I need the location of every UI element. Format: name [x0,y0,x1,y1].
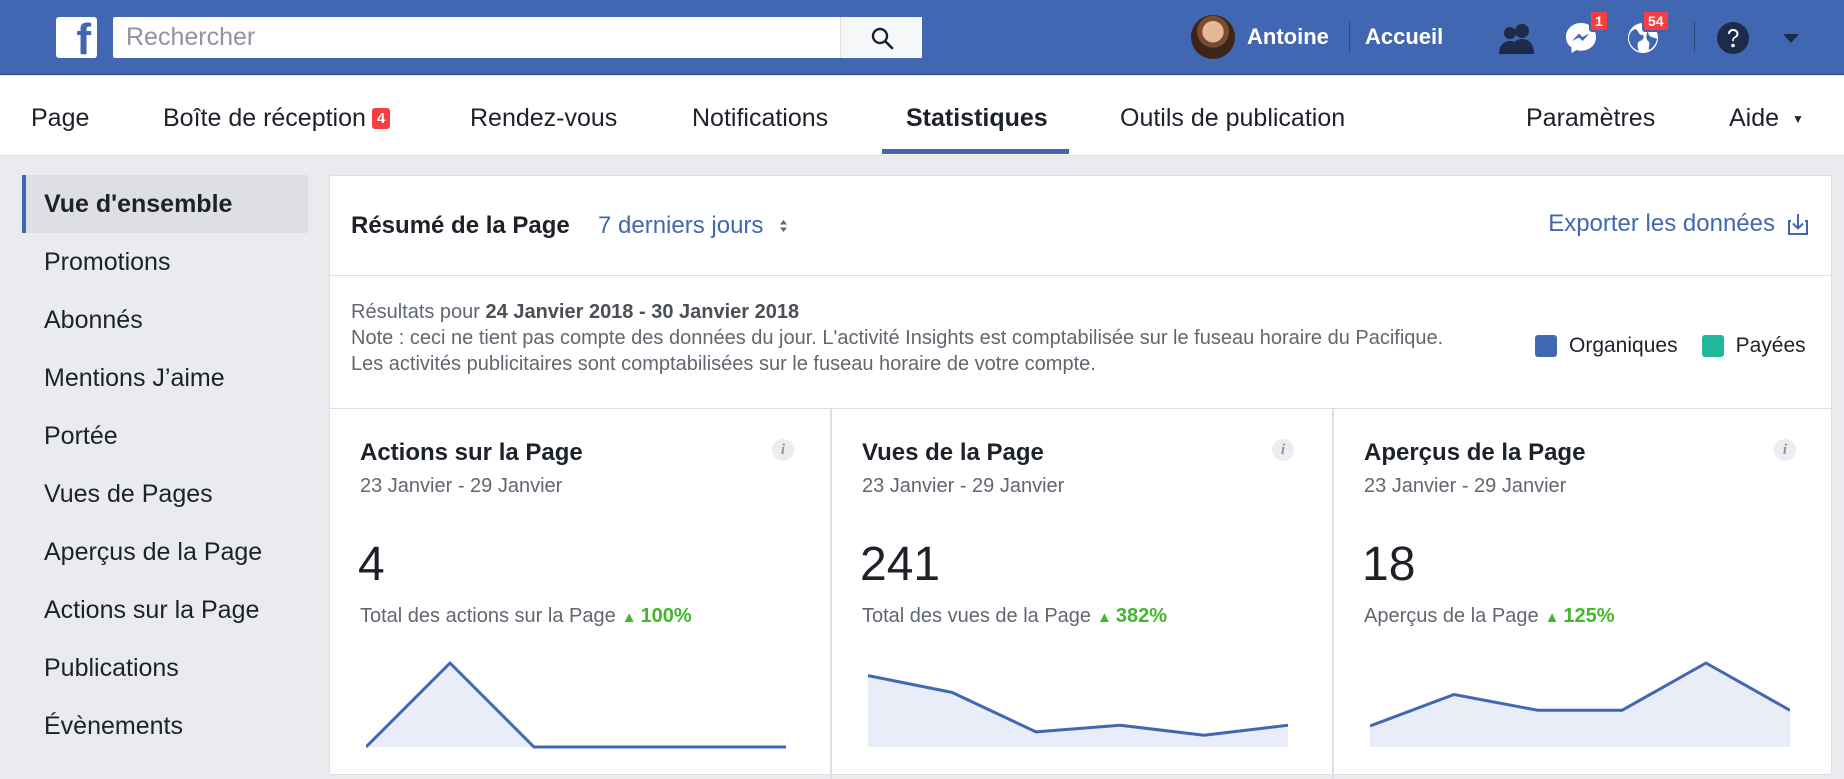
card-delta: 125% [1563,605,1615,627]
date-range-selector[interactable]: 7 derniers jours [598,212,763,240]
results-range-line: Résultats pour 24 Janvier 2018 - 30 Janv… [351,301,800,323]
card-title: Aperçus de la Page [1364,439,1586,466]
legend-label-paid: Payées [1735,334,1806,357]
tab-appointments[interactable]: Rendez-vous [470,104,617,133]
card-date-range: 23 Janvier - 29 Janvier [360,475,563,497]
sidebar-item-posts[interactable]: Publications [22,639,308,697]
help-caret-icon: ▼ [1792,112,1804,126]
sidebar-item-reach[interactable]: Portée [22,407,308,465]
divider [1349,22,1350,52]
tab-help[interactable]: Aide ▼ [1729,104,1804,133]
search-button[interactable] [840,17,922,58]
legend: Organiques Payées [1535,334,1806,358]
metric-card-page-views[interactable]: Vues de la Page i 23 Janvier - 29 Janvie… [830,409,1330,779]
sparkline-area [366,663,786,747]
tab-publishing-tools[interactable]: Outils de publication [1120,104,1345,133]
sidebar-item-likes[interactable]: Mentions J’aime [22,349,308,407]
account-menu-chevron-down-icon[interactable] [1771,18,1811,58]
tab-help-label: Aide [1729,104,1780,132]
inbox-badge: 4 [371,108,391,129]
trend-up-icon: ▲ [621,609,637,626]
legend-label-organic: Organiques [1569,334,1678,357]
tab-page[interactable]: Page [31,104,89,133]
tab-inbox-label: Boîte de réception [163,104,366,132]
divider [1694,22,1695,52]
info-icon[interactable]: i [1774,439,1796,461]
card-value: 4 [358,538,385,591]
card-date-range: 23 Janvier - 29 Janvier [1364,475,1567,497]
sidebar-item-followers[interactable]: Abonnés [22,291,308,349]
page-navigation: Page Boîte de réception 4 Rendez-vous Not… [0,76,1844,156]
legend-swatch-organic [1535,335,1557,357]
results-info: Résultats pour 24 Janvier 2018 - 30 Janv… [351,299,1471,377]
card-subtitle: Aperçus de la Page ▲ 125% [1364,605,1615,627]
active-tab-indicator [882,149,1069,154]
download-icon[interactable] [1787,212,1809,236]
sidebar-item-page-views[interactable]: Vues de Pages [22,465,308,523]
avatar[interactable] [1191,15,1235,59]
trend-up-icon: ▲ [1544,609,1560,626]
help-icon[interactable] [1713,18,1753,58]
summary-header: Résumé de la Page 7 derniers jours Expor… [330,176,1831,276]
search-box [113,17,922,58]
sort-caret-icon[interactable] [779,219,788,233]
card-value: 241 [860,538,941,591]
info-icon[interactable]: i [772,439,794,461]
legend-swatch-paid [1701,335,1724,357]
facebook-logo-icon[interactable]: f [56,17,97,62]
friend-requests-icon[interactable] [1497,18,1537,58]
sidebar-item-page-previews[interactable]: Aperçus de la Page [22,523,308,581]
info-icon[interactable]: i [1272,439,1294,461]
tab-inbox[interactable]: Boîte de réception 4 [163,104,391,133]
trend-up-icon: ▲ [1097,609,1112,626]
metric-card-page-actions[interactable]: Actions sur la Page i 23 Janvier - 29 Ja… [330,409,830,779]
home-link[interactable]: Accueil [1365,24,1443,50]
export-data-link[interactable]: Exporter les données [1548,210,1775,238]
messenger-badge: 1 [1589,10,1609,32]
page-summary-panel: Résumé de la Page 7 derniers jours Expor… [329,175,1832,779]
sidebar-item-events[interactable]: Évènements [22,697,308,755]
metric-card-page-previews[interactable]: Aperçus de la Page i 23 Janvier - 29 Jan… [1332,409,1832,779]
sparkline-area [868,675,1288,747]
search-icon [871,27,893,49]
sparkline-chart [868,674,1288,747]
card-title: Actions sur la Page [360,439,583,466]
notifications-badge: 54 [1642,10,1670,32]
results-note: Note : ceci ne tient pas compte des donn… [351,327,1444,375]
top-bar: f Antoine Accueil 1 [0,0,1844,75]
summary-title: Résumé de la Page [351,212,570,239]
card-subtitle: Total des actions sur la Page ▲ 100% [360,605,692,627]
tab-notifications[interactable]: Notifications [692,104,828,133]
card-delta: 382% [1115,605,1168,627]
sidebar-item-promotions[interactable]: Promotions [22,233,308,291]
card-title: Vues de la Page [862,439,1044,466]
profile-link[interactable]: Antoine [1247,24,1329,50]
insights-sidebar: Vue d'ensemble Promotions Abonnés Mentio… [22,175,308,755]
card-subtitle: Total des vues de la Page ▲ 382% [862,605,1168,627]
search-input[interactable] [113,17,840,58]
card-delta: 100% [640,605,692,627]
results-range: 24 Janvier 2018 - 30 Janvier 2018 [485,301,800,323]
sparkline-chart [1370,661,1790,747]
card-value: 18 [1362,538,1416,591]
sidebar-item-page-actions[interactable]: Actions sur la Page [22,581,308,639]
sparkline-chart [366,661,786,749]
card-date-range: 23 Janvier - 29 Janvier [862,475,1065,497]
tab-insights[interactable]: Statistiques [906,104,1048,133]
sidebar-item-overview[interactable]: Vue d'ensemble [22,175,308,233]
tab-settings[interactable]: Paramètres [1526,104,1655,133]
